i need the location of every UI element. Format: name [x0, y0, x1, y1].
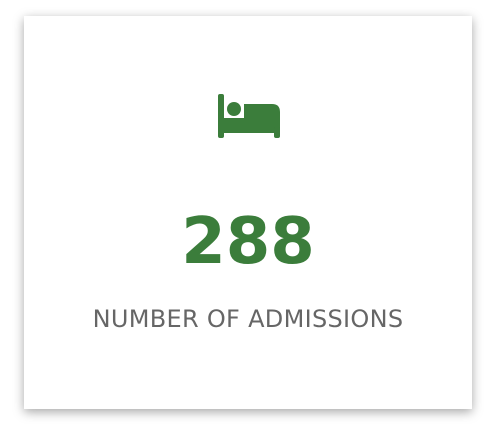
bed-icon: [218, 94, 280, 138]
admissions-label: NUMBER OF ADMISSIONS: [92, 305, 404, 333]
admissions-count: 288: [181, 205, 315, 279]
admissions-stat-card: 288 NUMBER OF ADMISSIONS: [24, 16, 472, 409]
